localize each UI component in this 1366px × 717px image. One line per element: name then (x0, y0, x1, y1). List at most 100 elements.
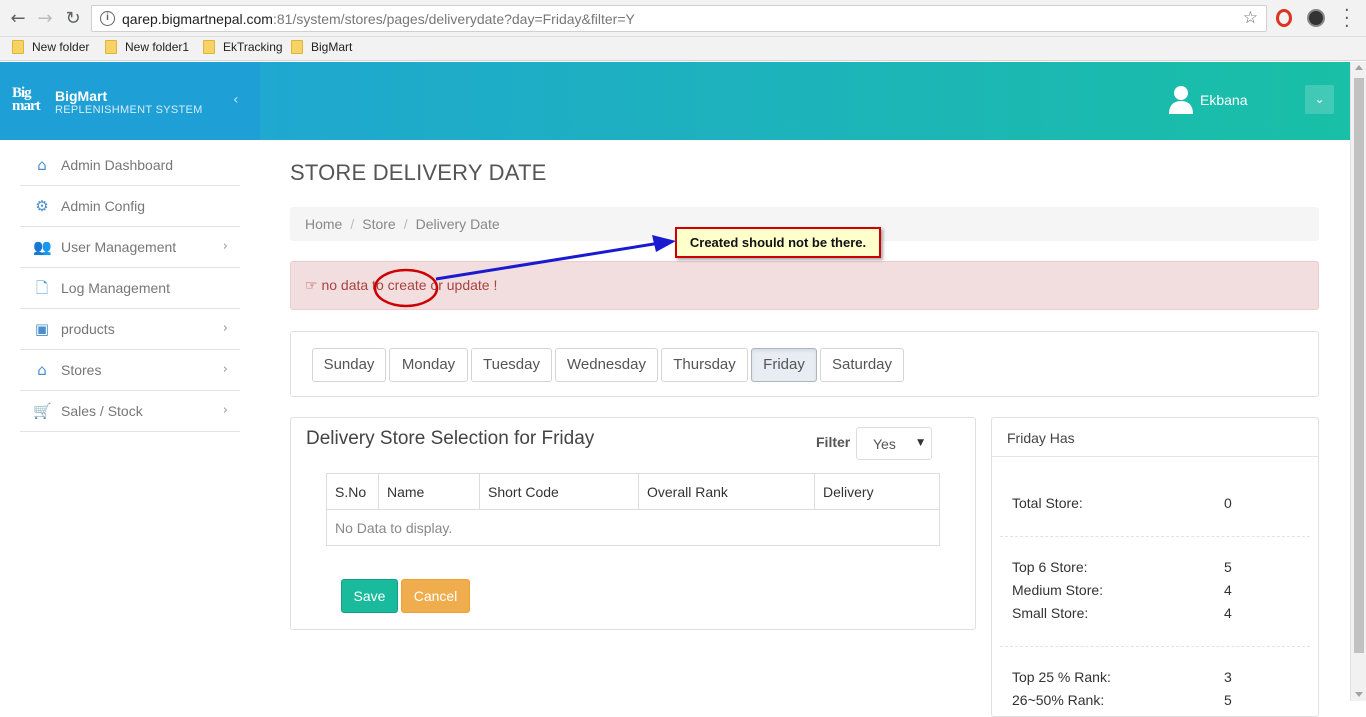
days-panel: Sunday Monday Tuesday Wednesday Thursday… (290, 331, 1319, 397)
chevron-right-icon: › (222, 321, 228, 336)
stat-label: 26~50% Rank: (1012, 692, 1105, 708)
sidebar-item-products[interactable]: ▣ products › (20, 309, 240, 350)
folder-icon (203, 40, 215, 54)
stat-label: Total Store: (1012, 495, 1083, 511)
stat-total-store: Total Store: 0 (1012, 495, 1312, 511)
chevron-right-icon: › (222, 362, 228, 377)
briefcase-icon: ▣ (34, 320, 50, 338)
page-title: STORE DELIVERY DATE (290, 160, 547, 185)
filter-select[interactable]: Yes ▼ (856, 427, 932, 460)
caret-down-icon: ▼ (917, 438, 924, 448)
bookmark-item[interactable]: New folder (12, 40, 89, 54)
stat-value: 0 (1224, 495, 1232, 511)
page-scrollbar[interactable] (1350, 62, 1366, 701)
cancel-button[interactable]: Cancel (401, 579, 470, 613)
stat-label: Top 25 % Rank: (1012, 669, 1111, 685)
sidebar-item-log-management[interactable]: 🗋 Log Management (20, 268, 240, 309)
summary-title: Friday Has (992, 418, 1318, 457)
gear-icon: ⚙ (35, 197, 49, 215)
stat-value: 3 (1224, 669, 1232, 685)
brand-header: Big mart BigMart REPLENISHMENT SYSTEM ‹ (0, 62, 260, 140)
day-button-tuesday[interactable]: Tuesday (471, 348, 552, 382)
day-button-thursday[interactable]: Thursday (661, 348, 748, 382)
day-button-friday[interactable]: Friday (751, 348, 817, 382)
sidebar-item-label: Log Management (61, 280, 170, 296)
stat-value: 5 (1224, 559, 1232, 575)
sidebar-collapse-icon[interactable]: ‹ (233, 92, 239, 108)
column-header-sno[interactable]: S.No (326, 473, 379, 510)
stat-small-store: Small Store: 4 (1012, 605, 1312, 621)
breadcrumb-delivery-date: Delivery Date (415, 216, 500, 232)
extension-icon[interactable] (1307, 9, 1325, 27)
chevron-right-icon: › (222, 403, 228, 418)
day-button-monday[interactable]: Monday (389, 348, 468, 382)
address-bar[interactable]: i qarep.bigmartnepal.com:81/system/store… (91, 5, 1267, 32)
column-header-name[interactable]: Name (378, 473, 480, 510)
alert-text: no data to create or update ! (321, 277, 498, 293)
save-button[interactable]: Save (341, 579, 398, 613)
user-dropdown-button[interactable]: ⌄ (1305, 85, 1334, 114)
filter-label: Filter (816, 434, 851, 450)
forward-icon[interactable]: → (35, 9, 55, 29)
sidebar-item-label: Admin Config (61, 198, 146, 214)
delivery-selection-panel: Delivery Store Selection for Friday Filt… (290, 417, 976, 630)
breadcrumb-separator: / (350, 216, 355, 232)
bookmark-star-icon[interactable]: ☆ (1243, 8, 1258, 28)
back-icon[interactable]: ← (8, 9, 28, 29)
home-icon: ⌂ (37, 361, 47, 379)
bookmark-item[interactable]: BigMart (291, 40, 352, 54)
sidebar-item-label: Stores (61, 362, 102, 378)
breadcrumb-store[interactable]: Store (362, 216, 395, 232)
table-row: No Data to display. (326, 509, 940, 546)
breadcrumb-separator: / (403, 216, 408, 232)
sidebar-item-admin-config[interactable]: ⚙ Admin Config (20, 186, 240, 227)
day-button-wednesday[interactable]: Wednesday (555, 348, 658, 382)
bookmark-item[interactable]: EkTracking (203, 40, 283, 54)
stat-medium-store: Medium Store: 4 (1012, 582, 1312, 598)
scroll-down-arrow[interactable] (1355, 692, 1363, 697)
users-icon: 👥 (33, 238, 52, 256)
brand-title: BigMart (55, 88, 108, 104)
sidebar-item-sales-stock[interactable]: 🛒 Sales / Stock › (20, 391, 240, 432)
scroll-up-arrow[interactable] (1355, 65, 1363, 70)
stat-value: 5 (1224, 692, 1232, 708)
day-summary-panel: Friday Has Total Store: 0 Top 6 Store: 5… (991, 417, 1319, 717)
column-header-delivery[interactable]: Delivery (814, 473, 940, 510)
stat-26-50-rank: 26~50% Rank: 5 (1012, 692, 1312, 708)
sidebar-item-label: products (61, 321, 115, 337)
sidebar-item-admin-dashboard[interactable]: ⌂ Admin Dashboard (20, 145, 240, 186)
day-button-saturday[interactable]: Saturday (820, 348, 904, 382)
breadcrumb-home[interactable]: Home (305, 216, 342, 232)
column-header-short-code[interactable]: Short Code (479, 473, 639, 510)
annotation-callout: Created should not be there. (675, 227, 881, 258)
sidebar-item-stores[interactable]: ⌂ Stores › (20, 350, 240, 391)
browser-menu-icon[interactable]: · · · (1344, 2, 1350, 36)
top-navbar: Ekbana ⌄ (260, 62, 1350, 140)
stat-label: Medium Store: (1012, 582, 1104, 598)
cart-icon: 🛒 (33, 402, 52, 420)
info-icon[interactable]: i (100, 11, 115, 26)
reload-icon[interactable]: ↻ (63, 9, 83, 29)
folder-icon (105, 40, 117, 54)
opera-extension-icon[interactable] (1276, 9, 1292, 27)
sidebar-item-user-management[interactable]: 👥 User Management › (20, 227, 240, 268)
chevron-right-icon: › (222, 239, 228, 254)
user-avatar-icon (1169, 86, 1193, 114)
delivery-table: S.No Name Short Code Overall Rank Delive… (326, 473, 940, 546)
bookmarks-bar: New folder New folder1 EkTracking BigMar… (0, 37, 1366, 61)
stat-label: Top 6 Store: (1012, 559, 1088, 575)
sidebar-nav: ⌂ Admin Dashboard ⚙ Admin Config 👥 User … (20, 145, 240, 432)
column-header-overall-rank[interactable]: Overall Rank (638, 473, 815, 510)
user-name[interactable]: Ekbana (1200, 92, 1247, 108)
folder-icon (291, 40, 303, 54)
sidebar-item-label: Sales / Stock (61, 403, 143, 419)
sidebar-item-label: Admin Dashboard (61, 157, 174, 173)
scrollbar-thumb[interactable] (1354, 78, 1364, 653)
bookmark-item[interactable]: New folder1 (105, 40, 189, 54)
home-icon: ⌂ (37, 156, 47, 174)
hand-pointer-icon: ☞ (305, 278, 318, 294)
file-icon: 🗋 (35, 279, 49, 297)
stat-top25-rank: Top 25 % Rank: 3 (1012, 669, 1312, 685)
divider (1000, 536, 1310, 537)
day-button-sunday[interactable]: Sunday (312, 348, 386, 382)
